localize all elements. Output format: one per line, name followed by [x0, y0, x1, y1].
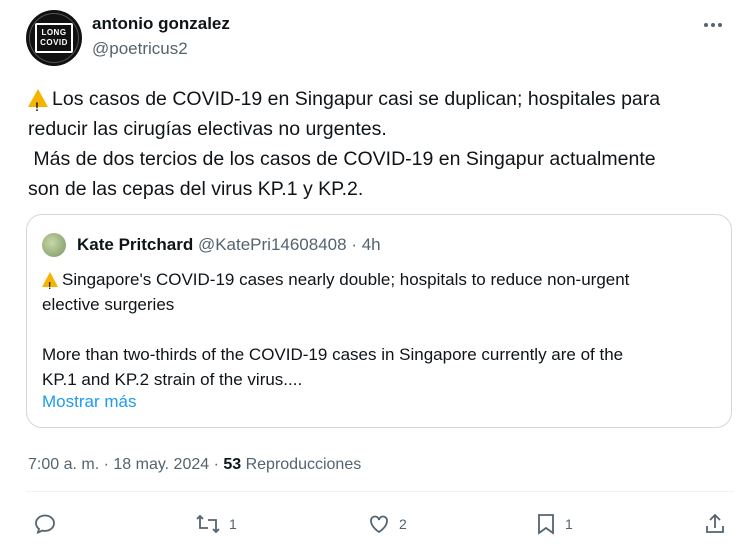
- tweet-text: Los casos de COVID-19 en Singapur casi s…: [28, 84, 728, 204]
- share-button[interactable]: [704, 512, 726, 536]
- bookmark-button[interactable]: 1: [535, 512, 573, 536]
- warning-icon: [42, 272, 58, 299]
- more-icon: [704, 23, 722, 27]
- retweet-icon: [196, 514, 220, 534]
- quote-avatar[interactable]: [42, 233, 66, 257]
- bookmark-count: 1: [565, 516, 573, 532]
- author-avatar[interactable]: LONG COVID: [26, 10, 82, 66]
- reply-button[interactable]: [33, 512, 57, 536]
- views-label: Reproducciones: [241, 456, 362, 473]
- reply-icon: [35, 514, 55, 535]
- retweet-count: 1: [229, 516, 237, 532]
- share-icon: [706, 513, 724, 533]
- like-button[interactable]: 2: [367, 512, 407, 536]
- tweet-meta: 7:00 a. m. · 18 may. 2024 · 53 Reproducc…: [28, 456, 362, 473]
- divider: [26, 491, 734, 492]
- bookmark-icon: [538, 514, 554, 535]
- like-icon: [370, 515, 388, 534]
- avatar-ring: [29, 13, 79, 63]
- quote-text: Singapore's COVID-19 cases nearly double…: [42, 267, 722, 392]
- tweet-time[interactable]: 7:00 a. m.: [28, 456, 99, 473]
- quoted-tweet[interactable]: Kate Pritchard @KatePri14608408 · 4h Sin…: [26, 214, 732, 428]
- author-handle[interactable]: @poetricus2: [92, 39, 188, 59]
- tweet-date[interactable]: 18 may. 2024: [113, 456, 209, 473]
- quote-author-handle[interactable]: @KatePri14608408: [198, 235, 347, 254]
- warning-icon: [28, 89, 48, 122]
- quote-author-name[interactable]: Kate Pritchard: [77, 235, 193, 254]
- views-count: 53: [223, 456, 242, 473]
- quote-header: Kate Pritchard @KatePri14608408 · 4h: [77, 235, 381, 255]
- like-count: 2: [399, 516, 407, 532]
- more-options-button[interactable]: [698, 10, 728, 40]
- author-name[interactable]: antonio gonzalez: [92, 14, 230, 34]
- quote-time[interactable]: · 4h: [351, 235, 380, 254]
- show-more-link[interactable]: Mostrar más: [42, 392, 136, 412]
- retweet-button[interactable]: 1: [195, 512, 237, 536]
